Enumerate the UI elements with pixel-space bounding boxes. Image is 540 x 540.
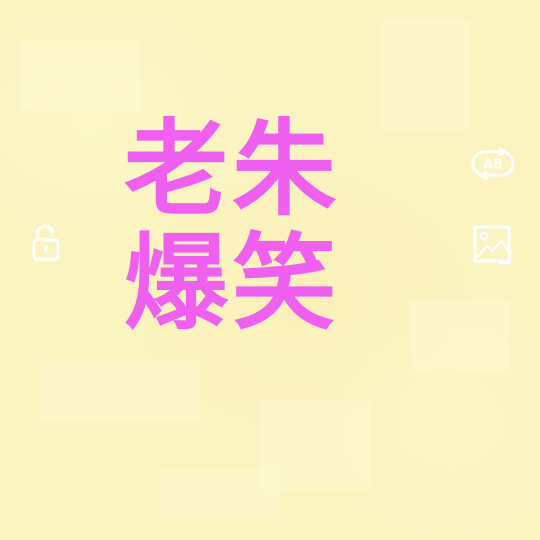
background-patch bbox=[20, 40, 140, 110]
background-patch bbox=[410, 300, 510, 370]
unlock-icon[interactable] bbox=[30, 224, 64, 262]
background-patch bbox=[40, 360, 200, 420]
cover-title: 老朱 爆笑 bbox=[124, 112, 364, 340]
cover-title-line-1: 老朱 bbox=[124, 108, 341, 230]
ab-swap-icon[interactable]: AB bbox=[470, 146, 516, 182]
svg-text:AB: AB bbox=[483, 158, 503, 173]
image-icon[interactable] bbox=[472, 224, 516, 266]
background-patch bbox=[380, 20, 470, 130]
background-patch bbox=[160, 470, 280, 520]
cover-title-line-2: 爆笑 bbox=[124, 222, 341, 344]
